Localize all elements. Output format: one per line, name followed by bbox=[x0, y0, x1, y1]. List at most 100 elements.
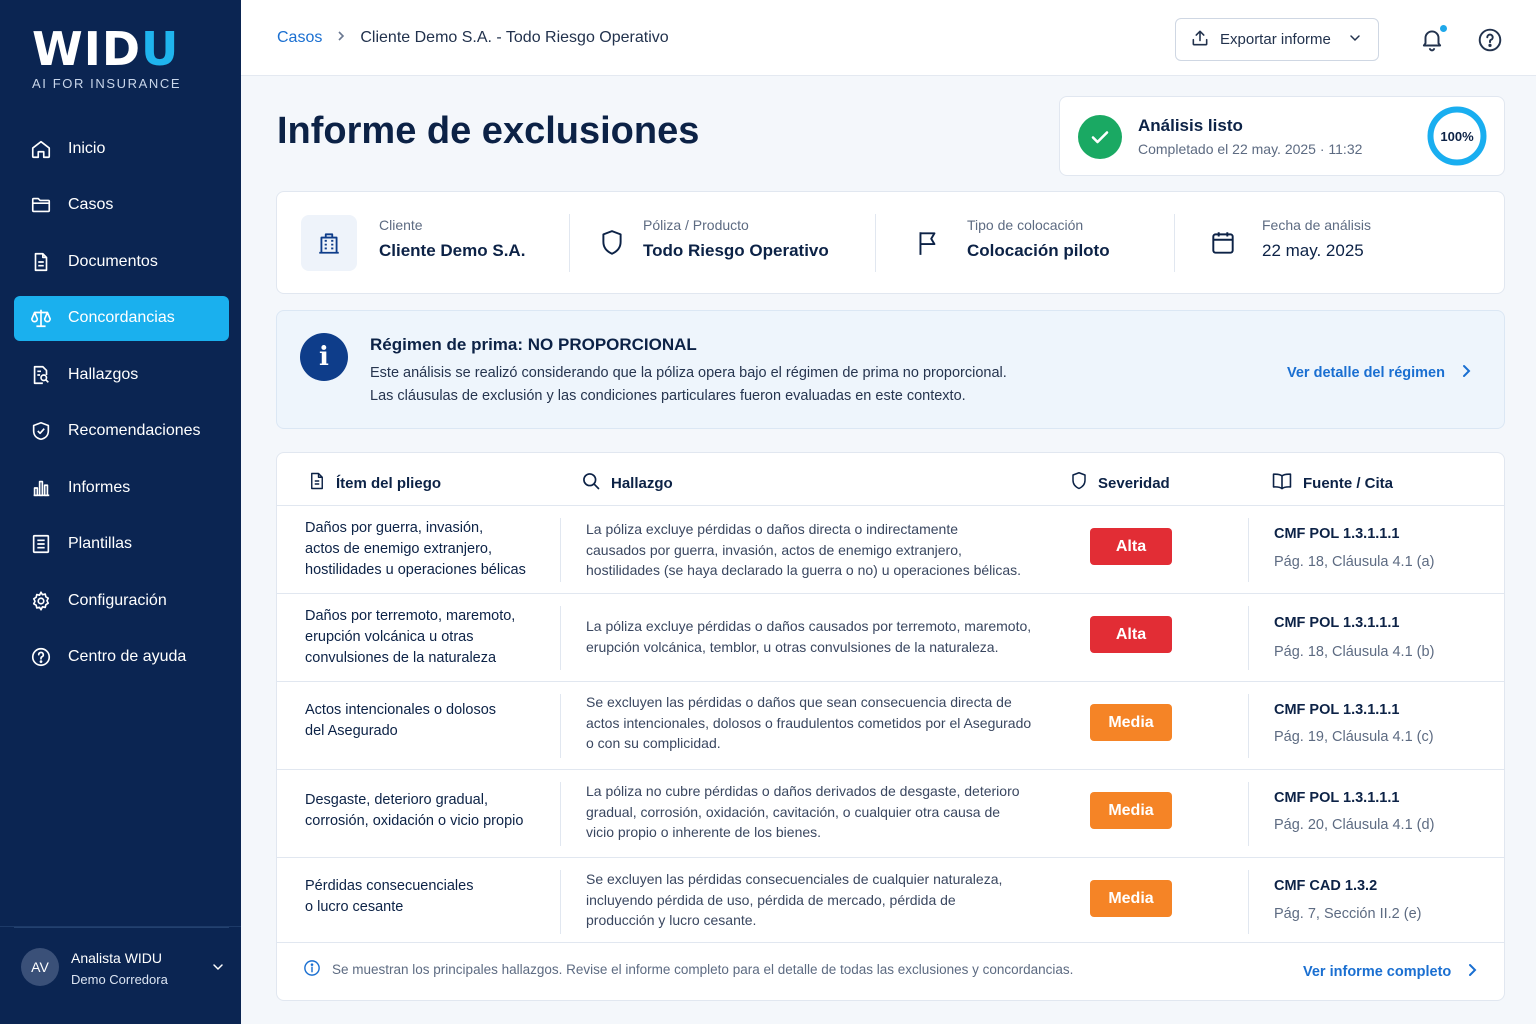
source-reference: Pág. 19, Cláusula 4.1 (c) bbox=[1274, 729, 1434, 745]
policy-cell: Póliza / Producto Todo Riesgo Operativo bbox=[569, 192, 875, 295]
divider bbox=[560, 870, 561, 934]
footer-note: Se muestran los principales hallazgos. R… bbox=[303, 959, 1073, 980]
source-reference: Pág. 7, Sección II.2 (e) bbox=[1274, 906, 1422, 922]
row-item-line: actos de enemigo extranjero, bbox=[305, 541, 492, 557]
source-reference: Pág. 18, Cláusula 4.1 (b) bbox=[1274, 644, 1435, 660]
placement-label: Tipo de colocación bbox=[967, 217, 1084, 233]
column-header-label: Ítem del pliego bbox=[336, 474, 442, 492]
row-finding-line: actos intencionales, dolosos o fraudulen… bbox=[586, 714, 1032, 731]
bar-chart-icon bbox=[30, 477, 52, 499]
sidebar-item-label: Recomendaciones bbox=[68, 422, 201, 439]
severity-badge: Media bbox=[1090, 880, 1172, 917]
sidebar-item-concordancias[interactable]: Concordancias bbox=[14, 295, 229, 341]
client-label: Cliente bbox=[379, 217, 423, 233]
help-button[interactable] bbox=[1477, 27, 1503, 58]
bell-icon bbox=[1419, 30, 1445, 56]
breadcrumb-current: Cliente Demo S.A. - Todo Riesgo Operativ… bbox=[360, 29, 669, 46]
sidebar-item-documentos[interactable]: Documentos bbox=[14, 239, 229, 284]
divider bbox=[1248, 606, 1249, 670]
table-row[interactable]: Actos intencionales o dolosos del Asegur… bbox=[277, 682, 1504, 770]
divider bbox=[1248, 870, 1249, 934]
row-item-line: Daños por terremoto, maremoto, bbox=[305, 608, 516, 624]
chevron-down-icon[interactable] bbox=[210, 959, 226, 980]
source-code[interactable]: CMF POL 1.3.1.1.1 bbox=[1274, 790, 1399, 806]
notifications-button[interactable] bbox=[1419, 24, 1448, 57]
divider bbox=[1248, 518, 1249, 582]
column-header-label: Severidad bbox=[1098, 474, 1170, 492]
sidebar-item-configuracion[interactable]: Configuración bbox=[14, 578, 229, 623]
table-row[interactable]: Desgaste, deterioro gradual, corrosión, … bbox=[277, 770, 1504, 858]
sidebar-item-plantillas[interactable]: Plantillas bbox=[14, 522, 229, 567]
regime-description-line-2: Las cláusulas de exclusión y las condici… bbox=[370, 388, 966, 404]
date-label: Fecha de análisis bbox=[1262, 217, 1371, 233]
column-header-item: Ítem del pliego bbox=[308, 471, 441, 495]
sidebar-item-recomendaciones[interactable]: Recomendaciones bbox=[14, 409, 229, 454]
user-name: Analista WIDU bbox=[71, 950, 163, 966]
breadcrumb-root-link[interactable]: Casos bbox=[277, 29, 322, 47]
date-cell: Fecha de análisis 22 may. 2025 bbox=[1174, 192, 1506, 295]
folder-icon bbox=[30, 194, 52, 216]
help-circle-icon bbox=[30, 646, 52, 668]
breadcrumb: Casos Cliente Demo S.A. - Todo Riesgo Op… bbox=[277, 29, 669, 47]
row-item: Actos intencionales o dolosos del Asegur… bbox=[305, 700, 555, 742]
column-header-label: Fuente / Cita bbox=[1303, 474, 1394, 492]
full-report-link-label: Ver informe completo bbox=[1303, 964, 1452, 980]
scale-icon bbox=[30, 307, 52, 329]
row-finding-line: hostilidades (se haya declarado la guerr… bbox=[586, 562, 1022, 578]
exclusions-table: Ítem del pliego Hallazgo Severidad Fuent… bbox=[276, 452, 1505, 1001]
divider bbox=[1248, 694, 1249, 758]
column-header-severity: Severidad bbox=[1070, 471, 1170, 495]
template-icon bbox=[30, 533, 52, 555]
export-report-button[interactable]: Exportar informe bbox=[1175, 18, 1379, 61]
sidebar-item-label: Plantillas bbox=[68, 535, 133, 552]
sidebar-item-inicio[interactable]: Inicio bbox=[14, 126, 229, 171]
row-finding-line: Se excluyen las pérdidas o daños que sea… bbox=[586, 694, 1012, 710]
notification-dot bbox=[1439, 24, 1448, 33]
source-reference: Pág. 20, Cláusula 4.1 (d) bbox=[1274, 817, 1435, 833]
row-finding: Se excluyen las pérdidas consecuenciales… bbox=[586, 869, 1056, 931]
table-row[interactable]: Daños por terremoto, maremoto, erupción … bbox=[277, 594, 1504, 682]
row-finding-line: La póliza no cubre pérdidas o daños deri… bbox=[586, 783, 1020, 799]
source-code[interactable]: CMF CAD 1.3.2 bbox=[1274, 878, 1377, 894]
table-row[interactable]: Daños por guerra, invasión, actos de ene… bbox=[277, 506, 1504, 594]
sidebar-nav: Inicio Casos Documentos Concordancias Ha… bbox=[14, 126, 229, 691]
table-row[interactable]: Pérdidas consecuenciales o lucro cesante… bbox=[277, 858, 1504, 943]
check-icon bbox=[1078, 115, 1122, 159]
source-code[interactable]: CMF POL 1.3.1.1.1 bbox=[1274, 702, 1399, 718]
row-finding-line: vicio propio o inherente de los bienes. bbox=[586, 824, 822, 840]
source-reference: Pág. 18, Cláusula 4.1 (a) bbox=[1274, 554, 1435, 570]
row-item-line: convulsiones de la naturaleza bbox=[305, 650, 497, 666]
sidebar-item-centro-de-ayuda[interactable]: Centro de ayuda bbox=[14, 635, 229, 680]
calendar-icon bbox=[1210, 229, 1236, 262]
upload-icon bbox=[1190, 28, 1210, 52]
row-finding: Se excluyen las pérdidas o daños que sea… bbox=[586, 692, 1056, 754]
row-item: Pérdidas consecuenciales o lucro cesante bbox=[305, 876, 555, 918]
sidebar-item-label: Hallazgos bbox=[68, 365, 139, 383]
full-report-link[interactable]: Ver informe completo bbox=[1303, 963, 1477, 981]
user-menu[interactable]: AV Analista WIDU Demo Corredora bbox=[0, 926, 241, 1024]
building-icon bbox=[301, 215, 357, 271]
sidebar-item-informes[interactable]: Informes bbox=[14, 465, 229, 510]
sidebar-item-hallazgos[interactable]: Hallazgos bbox=[14, 352, 229, 397]
shield-icon bbox=[1070, 471, 1098, 495]
row-item-line: Actos intencionales o dolosos bbox=[305, 702, 497, 718]
row-item-line: Daños por guerra, invasión, bbox=[305, 520, 484, 536]
regime-title: Régimen de prima: NO PROPORCIONAL bbox=[370, 335, 697, 354]
source-code[interactable]: CMF POL 1.3.1.1.1 bbox=[1274, 526, 1399, 542]
placement-cell: Tipo de colocación Colocación piloto bbox=[875, 192, 1174, 295]
regime-detail-link[interactable]: Ver detalle del régimen bbox=[1287, 364, 1471, 382]
source-code[interactable]: CMF POL 1.3.1.1.1 bbox=[1274, 615, 1399, 631]
client-cell: Cliente Cliente Demo S.A. bbox=[277, 192, 569, 295]
sidebar-item-casos[interactable]: Casos bbox=[14, 183, 229, 228]
policy-label: Póliza / Producto bbox=[643, 217, 749, 233]
row-finding-line: gradual, corrosión, oxidación, cavitació… bbox=[586, 803, 1001, 820]
book-icon bbox=[1271, 471, 1303, 495]
divider bbox=[560, 606, 561, 670]
severity-badge: Media bbox=[1090, 792, 1172, 829]
row-item: Desgaste, deterioro gradual, corrosión, … bbox=[305, 790, 555, 832]
home-icon bbox=[30, 138, 52, 160]
widu-logo[interactable]: WIDU AI FOR INSURANCE bbox=[32, 26, 181, 91]
placement-value: Colocación piloto bbox=[967, 241, 1110, 260]
row-item-line: Desgaste, deterioro gradual, bbox=[305, 792, 488, 808]
sidebar: WIDU AI FOR INSURANCE Inicio Casos Docum… bbox=[0, 0, 241, 1024]
